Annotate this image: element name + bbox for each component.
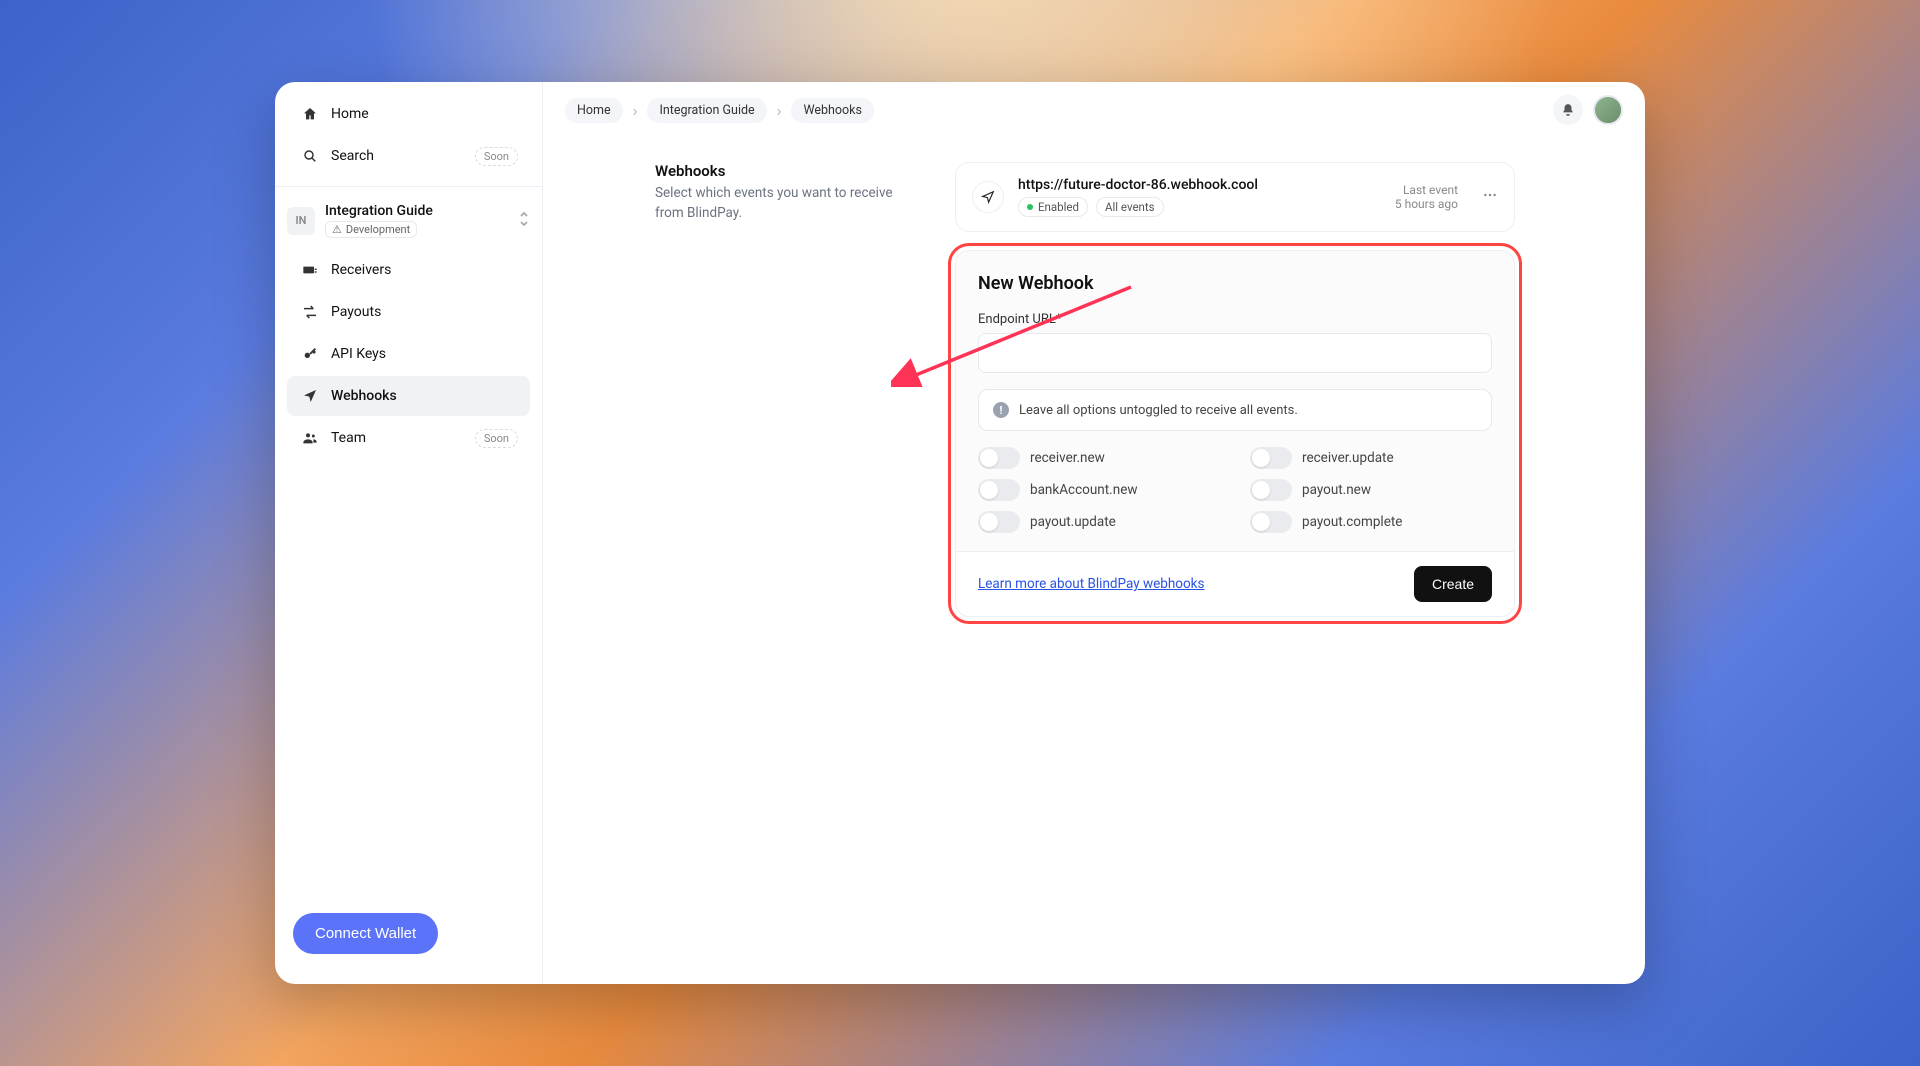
sidebar-item-label: API Keys	[331, 346, 386, 362]
sidebar-item-api-keys[interactable]: API Keys	[287, 334, 530, 374]
toggle-label: payout.complete	[1302, 514, 1402, 530]
chevron-right-icon: ›	[633, 101, 638, 120]
breadcrumb-item[interactable]: Integration Guide	[647, 98, 766, 123]
endpoint-url-input[interactable]	[978, 333, 1492, 373]
form-title: New Webhook	[978, 273, 1492, 294]
soon-badge: Soon	[475, 147, 518, 166]
receivers-icon	[299, 262, 321, 278]
send-icon	[972, 181, 1004, 213]
more-options-button[interactable]	[1482, 187, 1498, 207]
sidebar-item-team[interactable]: Team Soon	[287, 418, 530, 458]
toggle-switch[interactable]	[1250, 511, 1292, 533]
toggle-label: bankAccount.new	[1030, 482, 1138, 498]
last-event-meta: Last event 5 hours ago	[1395, 183, 1458, 211]
event-toggle-payout-update: payout.update	[978, 511, 1220, 533]
scope-badge: All events	[1096, 197, 1164, 217]
sidebar-item-label: Payouts	[331, 304, 381, 320]
app-window: Home Search Soon IN Integration Guide ⚠ …	[275, 82, 1645, 984]
sidebar: Home Search Soon IN Integration Guide ⚠ …	[275, 82, 543, 984]
warning-icon: ⚠	[332, 223, 342, 236]
breadcrumb-item[interactable]: Webhooks	[791, 98, 873, 123]
toggle-label: payout.update	[1030, 514, 1116, 530]
sidebar-item-home[interactable]: Home	[287, 94, 530, 134]
event-toggle-receiver-update: receiver.update	[1250, 447, 1492, 469]
soon-badge: Soon	[475, 429, 518, 448]
info-text: Leave all options untoggled to receive a…	[1019, 403, 1298, 418]
notifications-button[interactable]	[1553, 95, 1583, 125]
webhook-url: https://future-doctor-86.webhook.cool	[1018, 177, 1258, 193]
key-icon	[299, 346, 321, 362]
status-badge: Enabled	[1018, 197, 1088, 217]
event-toggle-bankaccount-new: bankAccount.new	[978, 479, 1220, 501]
breadcrumb-item[interactable]: Home	[565, 98, 623, 123]
home-icon	[299, 106, 321, 122]
create-button[interactable]: Create	[1414, 566, 1492, 602]
sidebar-item-label: Search	[331, 148, 374, 164]
toggle-switch[interactable]	[978, 511, 1020, 533]
sidebar-item-search[interactable]: Search Soon	[287, 136, 530, 176]
sidebar-item-receivers[interactable]: Receivers	[287, 250, 530, 290]
webhook-card[interactable]: https://future-doctor-86.webhook.cool En…	[955, 162, 1515, 232]
chevron-up-down-icon	[518, 211, 530, 231]
topbar: Home › Integration Guide › Webhooks	[543, 82, 1645, 138]
more-horizontal-icon	[1482, 187, 1498, 203]
user-avatar[interactable]	[1593, 95, 1623, 125]
toggle-switch[interactable]	[1250, 447, 1292, 469]
learn-more-link[interactable]: Learn more about BlindPay webhooks	[978, 576, 1204, 592]
info-icon: !	[993, 402, 1009, 418]
section-heading: Webhooks Select which events you want to…	[655, 162, 915, 617]
project-avatar: IN	[287, 207, 315, 235]
toggle-label: receiver.update	[1302, 450, 1394, 466]
event-toggle-payout-new: payout.new	[1250, 479, 1492, 501]
event-toggle-receiver-new: receiver.new	[978, 447, 1220, 469]
sidebar-item-payouts[interactable]: Payouts	[287, 292, 530, 332]
team-icon	[299, 430, 321, 446]
sidebar-item-webhooks[interactable]: Webhooks	[287, 376, 530, 416]
sidebar-item-label: Receivers	[331, 262, 391, 278]
project-selector[interactable]: IN Integration Guide ⚠ Development	[275, 195, 542, 246]
toggle-switch[interactable]	[978, 479, 1020, 501]
toggle-switch[interactable]	[1250, 479, 1292, 501]
sidebar-item-label: Team	[331, 430, 366, 446]
divider	[275, 186, 542, 187]
search-icon	[299, 148, 321, 164]
toggle-label: receiver.new	[1030, 450, 1105, 466]
endpoint-url-label: Endpoint URL*	[978, 312, 1492, 327]
page-subtitle: Select which events you want to receive …	[655, 184, 915, 223]
project-name: Integration Guide	[325, 203, 433, 219]
toggle-switch[interactable]	[978, 447, 1020, 469]
send-icon	[299, 388, 321, 404]
main-area: Home › Integration Guide › Webhooks Webh…	[543, 82, 1645, 984]
breadcrumbs: Home › Integration Guide › Webhooks	[565, 98, 874, 123]
sidebar-item-label: Home	[331, 106, 369, 122]
project-env-badge: ⚠ Development	[325, 221, 417, 238]
payouts-icon	[299, 304, 321, 320]
bell-icon	[1561, 103, 1575, 117]
chevron-right-icon: ›	[777, 101, 782, 120]
event-toggle-payout-complete: payout.complete	[1250, 511, 1492, 533]
connect-wallet-button[interactable]: Connect Wallet	[293, 913, 438, 954]
new-webhook-form: New Webhook Endpoint URL* ! Leave all op…	[955, 250, 1515, 617]
page-title: Webhooks	[655, 162, 915, 180]
info-callout: ! Leave all options untoggled to receive…	[978, 389, 1492, 431]
toggle-label: payout.new	[1302, 482, 1371, 498]
sidebar-item-label: Webhooks	[331, 388, 397, 404]
